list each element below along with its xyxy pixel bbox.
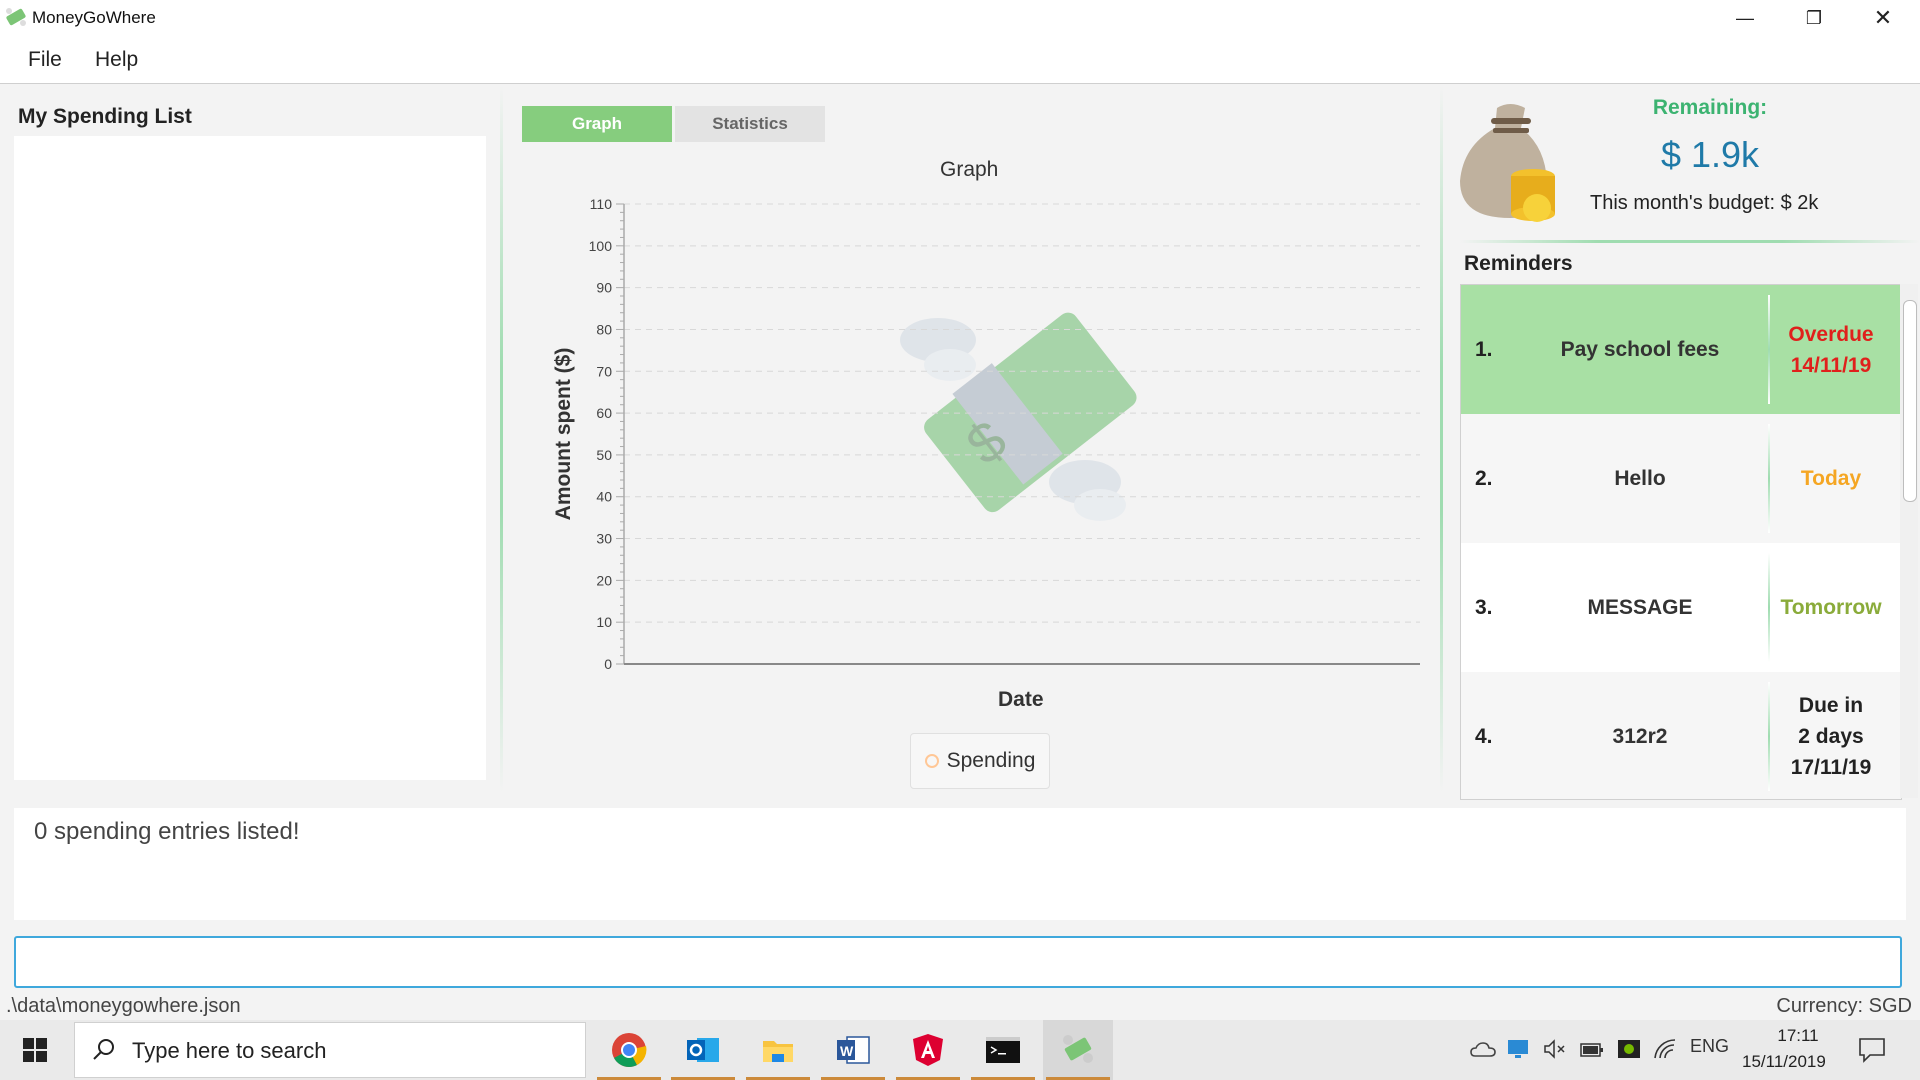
remaining-amount: $ 1.9k xyxy=(1660,134,1760,175)
budget-divider xyxy=(1460,240,1920,243)
y-tick-label: 40 xyxy=(596,489,612,505)
outlook-icon xyxy=(687,1038,719,1062)
onedrive-icon[interactable] xyxy=(1470,1040,1496,1060)
window-title: MoneyGoWhere xyxy=(32,8,156,27)
reminder-divider xyxy=(1768,424,1770,533)
spending-list[interactable] xyxy=(14,136,486,780)
spending-chart: $ 0 10 20 30 40 50 60 70 80 90 100 110 Amount spent… xyxy=(552,196,1420,672)
menu-bar xyxy=(0,36,1920,84)
scrollbar-thumb[interactable] xyxy=(1903,300,1917,502)
reminder-row[interactable]: 4. 312r2 Due in 2 days 17/11/19 xyxy=(1461,672,1901,799)
angular-icon xyxy=(913,1034,943,1066)
search-placeholder: Type here to search xyxy=(132,1038,327,1063)
reminder-due: Due in 2 days 17/11/19 xyxy=(1790,694,1872,779)
clock-time[interactable]: 17:11 xyxy=(1766,1026,1830,1046)
y-tick-label: 60 xyxy=(596,405,612,421)
y-tick-label: 0 xyxy=(604,656,612,672)
spending-list-title: My Spending List xyxy=(18,105,192,128)
menu-help[interactable]: Help xyxy=(95,48,138,72)
close-button[interactable]: ✕ xyxy=(1848,0,1918,36)
command-input[interactable] xyxy=(14,936,1902,988)
y-tick-label: 80 xyxy=(596,321,612,337)
word-icon: W xyxy=(837,1036,870,1064)
clock-date[interactable]: 15/11/2019 xyxy=(1742,1052,1826,1072)
result-message: 0 spending entries listed! xyxy=(34,818,300,845)
panel-divider xyxy=(1440,86,1443,792)
reminder-number: 2. xyxy=(1475,466,1493,490)
start-button[interactable] xyxy=(0,1020,70,1080)
restore-button[interactable]: ❐ xyxy=(1779,0,1849,36)
wifi-icon[interactable] xyxy=(1653,1038,1677,1060)
reminder-divider xyxy=(1768,682,1770,791)
y-tick-label: 90 xyxy=(596,280,612,296)
volume-muted-icon[interactable] xyxy=(1543,1038,1567,1060)
input-language[interactable]: ENG xyxy=(1690,1036,1729,1057)
monthly-budget: This month's budget: $ 2k xyxy=(1590,192,1819,214)
network-monitor-icon[interactable] xyxy=(1507,1038,1529,1060)
app-logo-icon xyxy=(6,8,26,26)
y-tick-label: 100 xyxy=(589,238,613,254)
notifications-icon[interactable] xyxy=(1858,1036,1886,1064)
reminder-message: 312r2 xyxy=(1612,724,1668,748)
x-axis-label: Date xyxy=(998,688,1044,711)
reminder-number: 1. xyxy=(1475,337,1493,361)
reminder-row[interactable]: 2. Hello Today xyxy=(1461,414,1901,543)
y-tick-label: 70 xyxy=(596,363,612,379)
nvidia-icon[interactable] xyxy=(1617,1038,1641,1060)
reminder-divider xyxy=(1768,553,1770,662)
taskbar-file-explorer[interactable] xyxy=(743,1020,813,1080)
chrome-icon xyxy=(612,1033,647,1067)
remaining-label: Remaining: xyxy=(1652,96,1768,119)
flying-money-watermark: $ xyxy=(900,312,1137,521)
title-bar xyxy=(0,0,1920,36)
tab-graph[interactable]: Graph xyxy=(522,106,672,142)
minimize-button[interactable]: — xyxy=(1710,0,1780,36)
y-tick-label: 10 xyxy=(596,614,612,630)
moneygowhere-icon xyxy=(1063,1035,1093,1063)
taskbar-chrome[interactable] xyxy=(594,1020,664,1080)
terminal-icon xyxy=(986,1037,1020,1063)
panel-divider xyxy=(500,86,503,792)
battery-icon[interactable] xyxy=(1580,1040,1604,1060)
money-bag-icon xyxy=(1460,104,1555,222)
y-axis-ticks: 0 10 20 30 40 50 60 70 80 90 100 110 xyxy=(589,196,624,672)
taskbar-outlook[interactable] xyxy=(668,1020,738,1080)
reminder-message: Pay school fees xyxy=(1560,337,1720,361)
y-axis-label: Amount spent ($) xyxy=(552,348,575,521)
taskbar-terminal[interactable] xyxy=(968,1020,1038,1080)
status-file-path: .\data\moneygowhere.json xyxy=(6,995,241,1017)
reminder-number: 4. xyxy=(1475,724,1493,748)
folder-icon xyxy=(763,1041,793,1062)
legend-series-name: Spending xyxy=(946,749,1036,772)
y-tick-label: 30 xyxy=(596,531,612,547)
chart-title: Graph xyxy=(940,158,999,181)
taskbar-moneygowhere[interactable] xyxy=(1043,1020,1113,1080)
reminder-due: Today xyxy=(1800,467,1862,490)
chart-legend[interactable]: Spending xyxy=(910,733,1050,789)
reminders-title: Reminders xyxy=(1464,252,1573,275)
reminder-divider xyxy=(1768,295,1770,404)
menu-file[interactable]: File xyxy=(28,48,62,72)
tab-statistics[interactable]: Statistics xyxy=(675,106,825,142)
reminders-list[interactable]: 1. Pay school fees Overdue 14/11/19 2. He… xyxy=(1460,284,1902,800)
windows-logo-icon xyxy=(23,1038,47,1062)
status-currency: Currency: SGD xyxy=(1776,995,1912,1017)
chart-gridlines xyxy=(624,203,1420,623)
reminder-due: Tomorrow xyxy=(1780,596,1882,619)
taskbar-angular[interactable] xyxy=(893,1020,963,1080)
svg-text:W: W xyxy=(840,1043,854,1059)
reminder-row[interactable]: 3. MESSAGE Tomorrow xyxy=(1461,543,1901,672)
reminder-row[interactable]: 1. Pay school fees Overdue 14/11/19 xyxy=(1461,285,1901,414)
y-tick-label: 50 xyxy=(596,447,612,463)
reminder-message: MESSAGE xyxy=(1587,595,1693,619)
legend-marker-icon xyxy=(924,754,939,768)
y-tick-label: 110 xyxy=(590,196,613,212)
y-tick-label: 20 xyxy=(596,572,612,588)
reminder-due: Overdue 14/11/19 xyxy=(1788,322,1874,377)
reminder-number: 3. xyxy=(1475,595,1493,619)
taskbar-word[interactable]: W xyxy=(818,1020,888,1080)
search-icon xyxy=(93,1039,114,1060)
reminder-message: Hello xyxy=(1614,466,1666,490)
